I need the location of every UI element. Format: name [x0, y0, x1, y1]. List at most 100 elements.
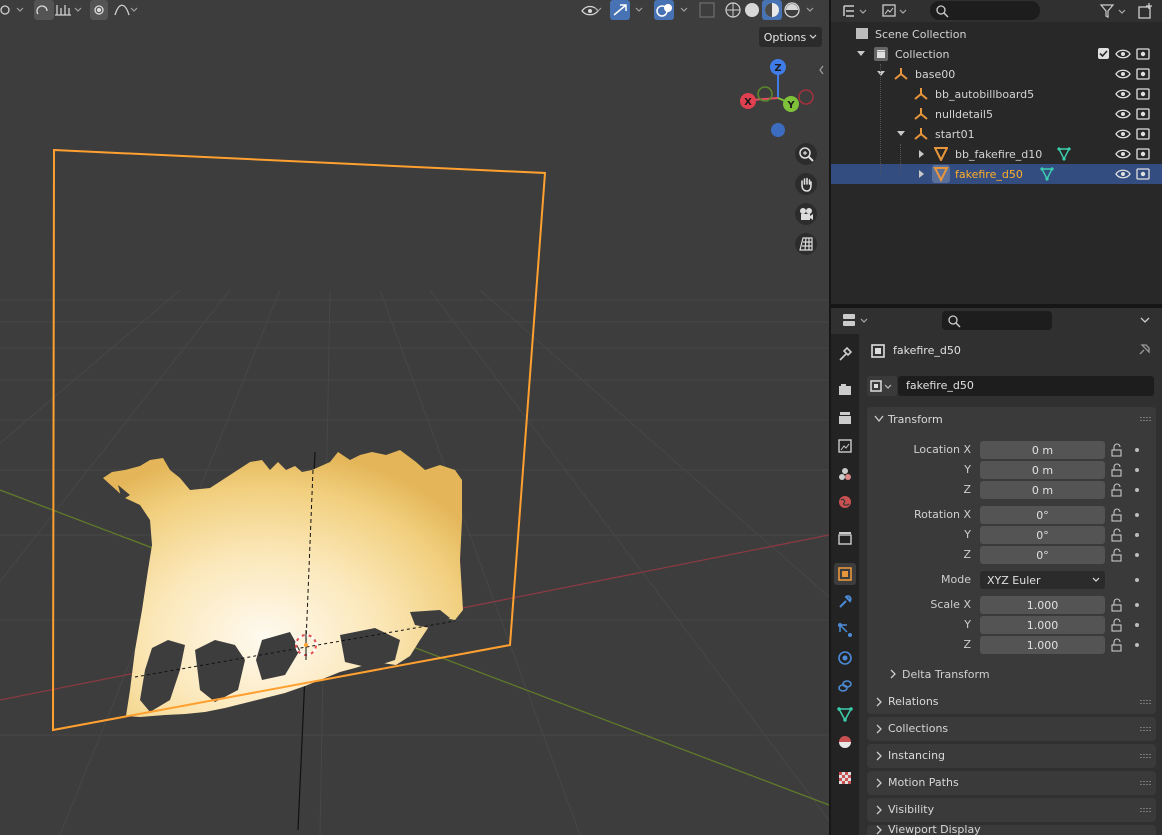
tab-material[interactable]: [834, 731, 856, 753]
tab-render[interactable]: [834, 379, 856, 401]
editor-type-button[interactable]: [841, 311, 871, 329]
lock-location-z-icon[interactable]: [1110, 484, 1122, 496]
lock-scale-y-icon[interactable]: [1110, 619, 1122, 631]
lock-location-x-icon[interactable]: [1110, 444, 1122, 456]
exclude-checkbox[interactable]: [1098, 48, 1109, 59]
keyframe-dot-icon[interactable]: [1135, 623, 1139, 627]
proportional-edit-button[interactable]: [90, 2, 110, 20]
rendered-shading-button[interactable]: [783, 2, 813, 20]
options-dropdown[interactable]: [1135, 311, 1155, 329]
scale-x-field[interactable]: 1.000: [980, 596, 1105, 614]
zoom-button[interactable]: [795, 143, 817, 165]
datablock-browse-button[interactable]: [867, 376, 897, 396]
chevron-down-icon[interactable]: [896, 130, 906, 138]
chevron-right-icon[interactable]: [918, 149, 926, 159]
editor-type-button[interactable]: [841, 2, 869, 20]
camera-view-button[interactable]: [795, 203, 817, 225]
lock-rotation-z-icon[interactable]: [1110, 549, 1122, 561]
scale-y-field[interactable]: 1.000: [980, 616, 1105, 634]
location-z-field[interactable]: 0 m: [980, 481, 1105, 499]
wireframe-shading-button[interactable]: [724, 2, 742, 20]
keyframe-dot-icon[interactable]: [1135, 448, 1139, 452]
lock-rotation-x-icon[interactable]: [1110, 509, 1122, 521]
rotation-mode-dropdown[interactable]: XYZ Euler: [980, 571, 1105, 589]
visibility-panel[interactable]: Visibility: [867, 798, 1156, 822]
keyframe-dot-icon[interactable]: [1135, 553, 1139, 557]
chevron-down-icon[interactable]: [856, 50, 866, 58]
drag-handle-icon[interactable]: [1140, 754, 1152, 758]
gizmo-toggle-button[interactable]: [610, 2, 644, 20]
tab-tool[interactable]: [834, 343, 856, 365]
delta-transform-subpanel[interactable]: Delta Transform: [875, 662, 1156, 687]
outliner-search-input[interactable]: [930, 1, 1040, 20]
lock-scale-z-icon[interactable]: [1110, 639, 1122, 651]
new-collection-button[interactable]: [1137, 2, 1157, 20]
ortho-toggle-button[interactable]: [795, 233, 817, 255]
keyframe-dot-icon[interactable]: [1135, 513, 1139, 517]
outliner-row-scene-collection[interactable]: Scene Collection: [831, 24, 1162, 44]
tab-scene[interactable]: [834, 463, 856, 485]
solid-shading-button[interactable]: [743, 2, 761, 20]
scale-z-field[interactable]: 1.000: [980, 636, 1105, 654]
object-visibility-dropdown[interactable]: [578, 2, 604, 20]
keyframe-dot-icon[interactable]: [1135, 643, 1139, 647]
tool-icon: [839, 346, 853, 361]
hide-in-viewport-toggle[interactable]: [1115, 47, 1129, 61]
tab-modifiers[interactable]: [834, 591, 856, 613]
viewport-display-panel[interactable]: Viewport Display: [867, 825, 1156, 835]
pan-button[interactable]: [795, 173, 817, 195]
keyframe-dot-icon[interactable]: [1135, 578, 1139, 582]
instancing-panel[interactable]: Instancing: [867, 744, 1156, 768]
location-y-field[interactable]: 0 m: [980, 461, 1105, 479]
rotation-y-field[interactable]: 0°: [980, 526, 1105, 544]
tab-physics[interactable]: [834, 647, 856, 669]
filter-button[interactable]: [1099, 2, 1129, 20]
tab-texture[interactable]: [834, 767, 856, 789]
collections-panel[interactable]: Collections: [867, 717, 1156, 741]
tab-world[interactable]: [834, 491, 856, 513]
tab-particles[interactable]: [834, 619, 856, 641]
lock-scale-x-icon[interactable]: [1110, 599, 1122, 611]
material-shading-button[interactable]: [762, 2, 782, 20]
motion-paths-panel[interactable]: Motion Paths: [867, 771, 1156, 795]
lock-location-y-icon[interactable]: [1110, 464, 1122, 476]
tab-data[interactable]: [834, 703, 856, 725]
tab-view-layer[interactable]: [834, 435, 856, 457]
3d-viewport[interactable]: Z X Y Options: [0, 0, 829, 835]
options-dropdown[interactable]: Options: [759, 27, 822, 47]
pivot-point-button[interactable]: [0, 2, 26, 20]
location-x-field[interactable]: 0 m: [980, 441, 1105, 459]
navigation-gizmo[interactable]: Z X Y: [740, 59, 814, 137]
lock-rotation-y-icon[interactable]: [1110, 529, 1122, 541]
drag-handle-icon[interactable]: [1140, 808, 1152, 812]
disable-render-toggle[interactable]: [1135, 47, 1149, 61]
drag-handle-icon[interactable]: [1140, 700, 1152, 704]
chevron-right-icon[interactable]: [918, 169, 926, 179]
pin-icon[interactable]: [1137, 343, 1151, 357]
transform-panel-header[interactable]: Transform: [867, 407, 1156, 432]
snap-toggle-button[interactable]: [34, 2, 56, 20]
overlay-toggle-button[interactable]: [654, 2, 690, 20]
object-name-field[interactable]: fakefire_d50: [898, 376, 1154, 396]
properties-search-input[interactable]: [942, 311, 1052, 330]
xray-toggle-button[interactable]: [698, 2, 718, 20]
keyframe-dot-icon[interactable]: [1135, 468, 1139, 472]
keyframe-dot-icon[interactable]: [1135, 533, 1139, 537]
keyframe-dot-icon[interactable]: [1135, 603, 1139, 607]
tab-constraints[interactable]: [834, 675, 856, 697]
drag-handle-icon[interactable]: [1140, 417, 1152, 421]
display-mode-button[interactable]: [881, 2, 909, 20]
viewport-scene[interactable]: Z X Y: [0, 0, 829, 835]
relations-panel[interactable]: Relations: [867, 690, 1156, 714]
rotation-z-field[interactable]: 0°: [980, 546, 1105, 564]
rotation-x-field[interactable]: 0°: [980, 506, 1105, 524]
snap-target-dropdown[interactable]: [56, 2, 86, 20]
outliner-row-collection[interactable]: Collection: [831, 44, 1162, 64]
tab-collection[interactable]: [834, 527, 856, 549]
drag-handle-icon[interactable]: [1140, 781, 1152, 785]
drag-handle-icon[interactable]: [1140, 727, 1152, 731]
proportional-falloff-dropdown[interactable]: [112, 2, 140, 20]
tab-object[interactable]: [834, 563, 856, 585]
keyframe-dot-icon[interactable]: [1135, 488, 1139, 492]
tab-output[interactable]: [834, 407, 856, 429]
